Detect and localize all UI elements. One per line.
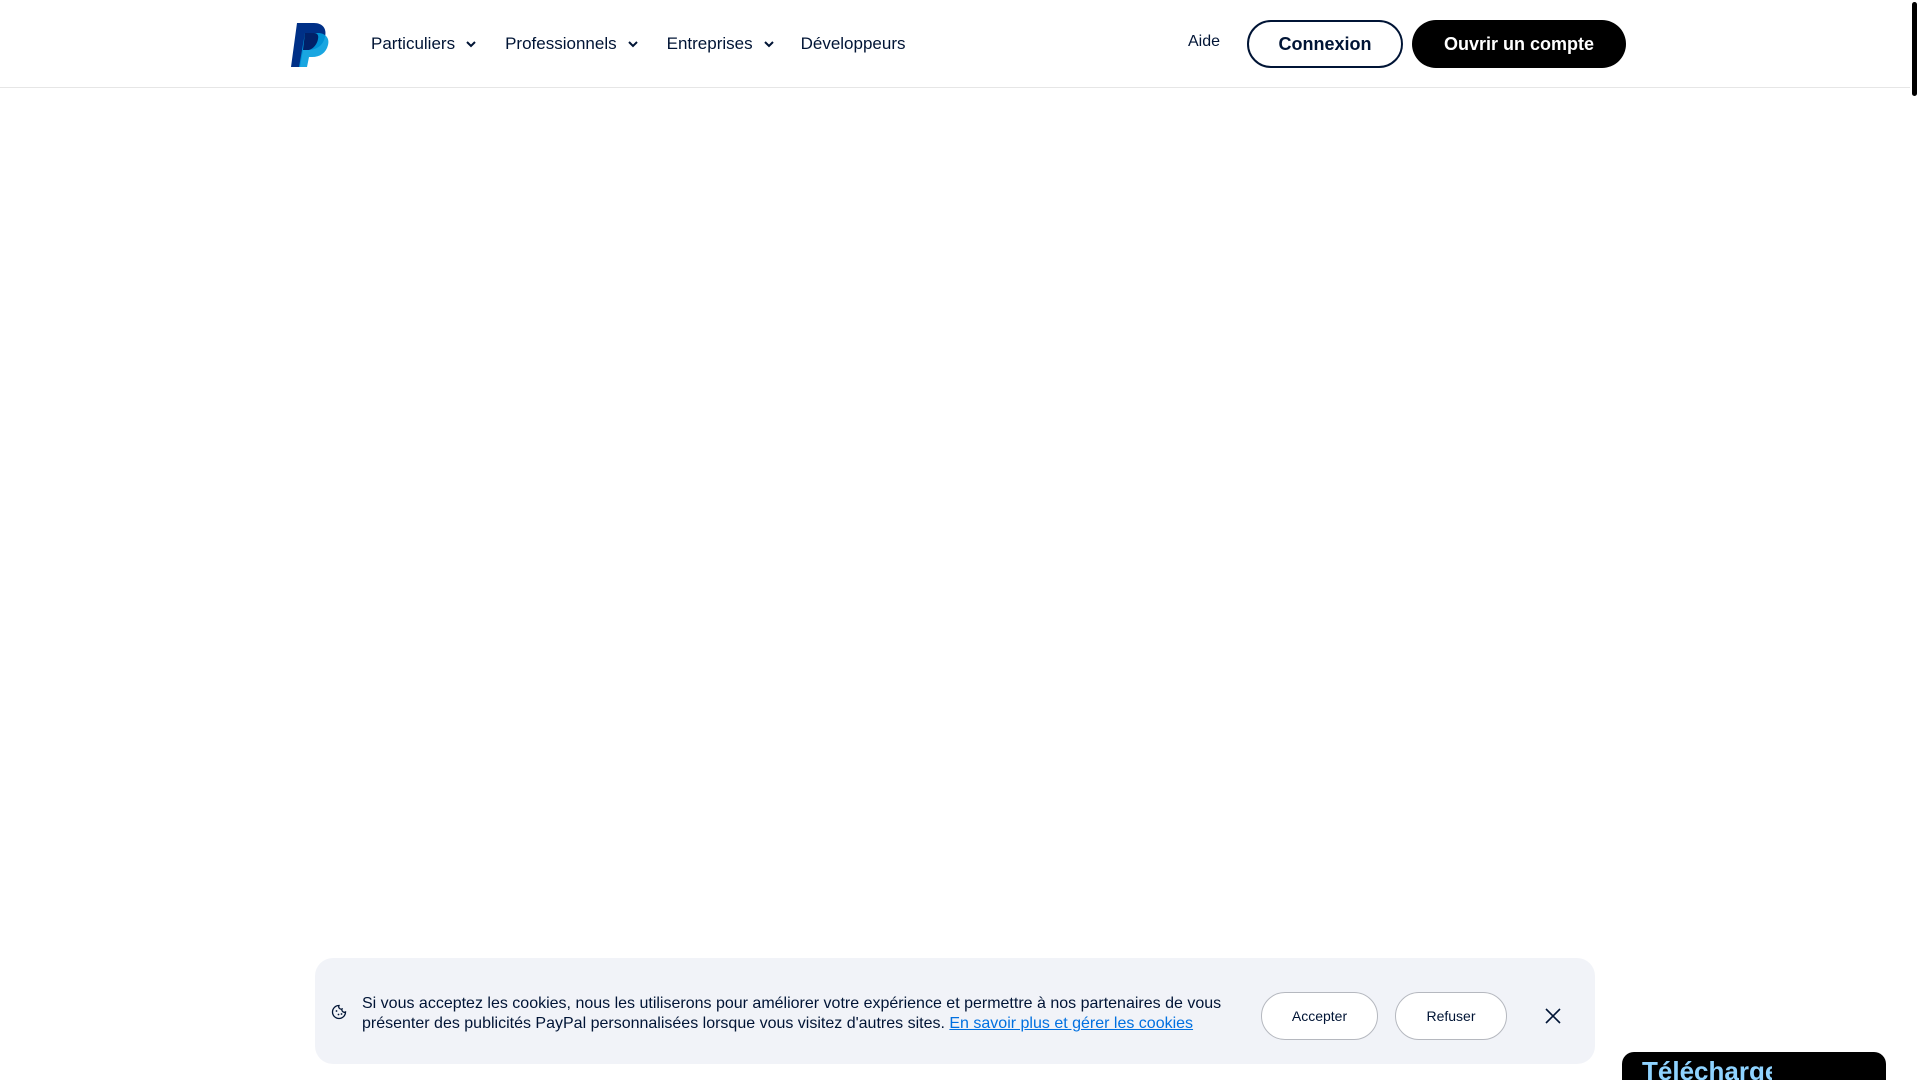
- page: Particuliers Professionnels Entreprises …: [0, 0, 1920, 1080]
- main-nav: Particuliers Professionnels Entreprises …: [371, 0, 938, 88]
- app-download-promo[interactable]: Télécharger: [1622, 1052, 1886, 1080]
- paypal-logo[interactable]: [290, 23, 330, 68]
- close-icon[interactable]: [1543, 1006, 1563, 1026]
- chevron-down-icon: [466, 41, 476, 48]
- cookie-settings-link[interactable]: En savoir plus et gérer les cookies: [949, 1015, 1193, 1032]
- site-header: Particuliers Professionnels Entreprises …: [0, 0, 1910, 88]
- chevron-down-icon: [627, 41, 638, 48]
- nav-developpeurs[interactable]: Développeurs: [801, 34, 906, 54]
- open-account-button[interactable]: Ouvrir un compte: [1412, 20, 1626, 68]
- nav-particuliers-label: Particuliers: [371, 34, 456, 53]
- nav-entreprises-label: Entreprises: [666, 34, 753, 53]
- accept-cookies-button[interactable]: Accepter: [1261, 992, 1378, 1040]
- cookie-icon: [331, 1004, 347, 1020]
- cookie-message: Si vous acceptez les cookies, nous les u…: [362, 994, 1232, 1034]
- help-link[interactable]: Aide: [1188, 33, 1220, 51]
- scrollbar-thumb[interactable]: [1912, 2, 1917, 96]
- scrollbar-track[interactable]: [1910, 0, 1920, 1080]
- promo-label: Télécharger: [1642, 1056, 1772, 1080]
- nav-developpeurs-label: Développeurs: [800, 34, 906, 53]
- refuse-cookies-button[interactable]: Refuser: [1395, 992, 1507, 1040]
- nav-professionnels-label: Professionnels: [505, 34, 617, 53]
- nav-professionnels[interactable]: Professionnels: [505, 34, 639, 54]
- login-button[interactable]: Connexion: [1247, 20, 1403, 68]
- nav-particuliers[interactable]: Particuliers: [371, 34, 477, 54]
- chevron-down-icon: [763, 41, 774, 48]
- nav-entreprises[interactable]: Entreprises: [667, 34, 775, 54]
- cookie-banner: Si vous acceptez les cookies, nous les u…: [315, 958, 1595, 1064]
